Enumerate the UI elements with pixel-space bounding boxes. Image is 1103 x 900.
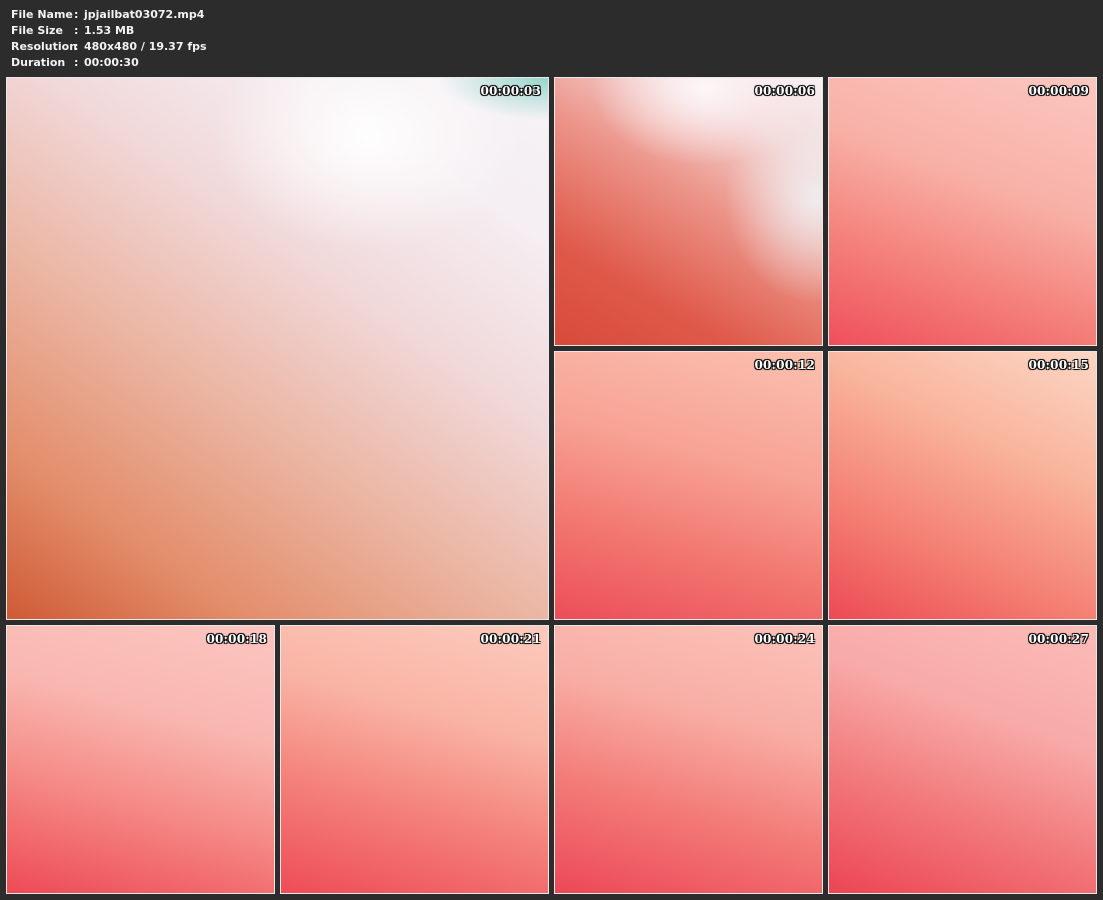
- video-frame-thumbnail: 00:00:24: [554, 625, 823, 894]
- frame-timestamp: 00:00:12: [754, 358, 815, 372]
- video-frame-thumbnail: 00:00:09: [828, 77, 1097, 346]
- video-frame-thumbnail: 00:00:15: [828, 351, 1097, 620]
- resolution-row: Resolution : 480x480 / 19.37 fps: [11, 39, 207, 55]
- file-size-label: File Size: [11, 24, 63, 37]
- resolution-value: 480x480 / 19.37 fps: [84, 40, 207, 53]
- file-size-row: File Size : 1.53 MB: [11, 23, 207, 39]
- resolution-label: Resolution: [11, 40, 78, 53]
- frame-timestamp: 00:00:03: [480, 84, 541, 98]
- video-frame-thumbnail: 00:00:06: [554, 77, 823, 346]
- frame-timestamp: 00:00:24: [754, 632, 815, 646]
- resolution-separator: :: [74, 40, 79, 53]
- file-size-separator: :: [74, 24, 79, 37]
- duration-value: 00:00:30: [84, 56, 139, 69]
- file-size-value: 1.53 MB: [84, 24, 135, 37]
- video-frame-thumbnail: 00:00:12: [554, 351, 823, 620]
- video-frame-thumbnail: 00:00:27: [828, 625, 1097, 894]
- duration-separator: :: [74, 56, 79, 69]
- duration-row: Duration : 00:00:30: [11, 55, 207, 71]
- frame-timestamp: 00:00:09: [1028, 84, 1089, 98]
- frame-timestamp: 00:00:27: [1028, 632, 1089, 646]
- file-name-label: File Name: [11, 8, 73, 21]
- frame-timestamp: 00:00:18: [206, 632, 267, 646]
- frame-timestamp: 00:00:06: [754, 84, 815, 98]
- video-frame-thumbnail: 00:00:03: [6, 77, 549, 620]
- file-info-panel: File Name : jpjailbat03072.mp4 File Size…: [11, 7, 207, 71]
- file-name-value: jpjailbat03072.mp4: [84, 8, 205, 21]
- video-frame-thumbnail: 00:00:18: [6, 625, 275, 894]
- duration-label: Duration: [11, 56, 66, 69]
- file-name-separator: :: [74, 8, 79, 21]
- frame-timestamp: 00:00:21: [480, 632, 541, 646]
- frame-timestamp: 00:00:15: [1028, 358, 1089, 372]
- video-frame-thumbnail: 00:00:21: [280, 625, 549, 894]
- file-name-row: File Name : jpjailbat03072.mp4: [11, 7, 207, 23]
